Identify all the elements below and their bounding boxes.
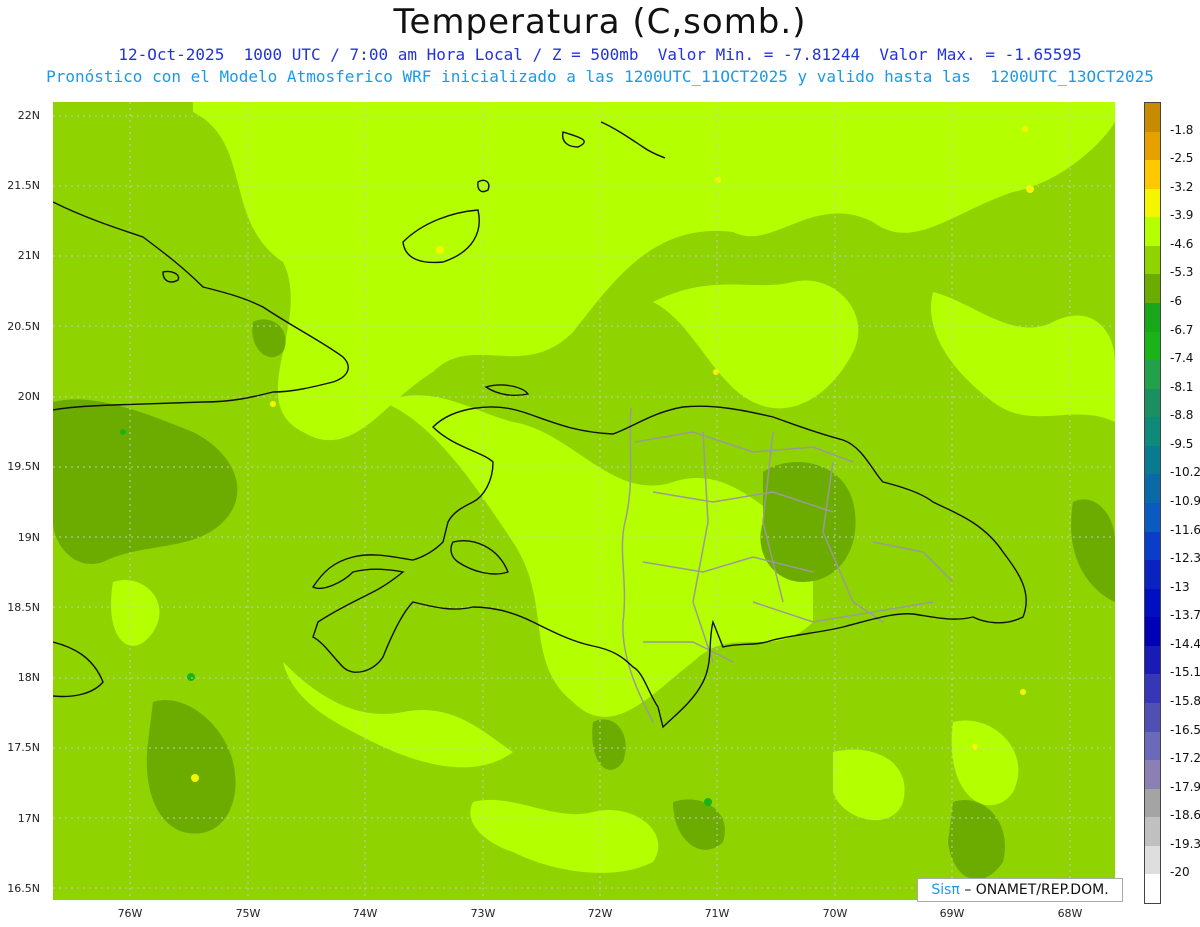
color-scale-cell — [1145, 303, 1160, 333]
brand-logo: Sisπ — [931, 882, 960, 898]
color-scale-label: -12.3 — [1170, 551, 1200, 566]
color-scale-label: -6 — [1170, 294, 1182, 308]
color-scale-label: -7.4 — [1170, 351, 1194, 366]
lon-label: 75W — [235, 907, 261, 920]
lon-label: 73W — [470, 907, 496, 920]
lat-label: 19N — [17, 531, 40, 544]
color-scale-label: -11.6 — [1170, 522, 1200, 537]
lat-label: 20N — [17, 390, 40, 403]
color-scale-cell — [1145, 531, 1160, 561]
color-scale-cell — [1145, 503, 1160, 533]
color-scale-cell — [1145, 731, 1160, 761]
color-scale-label: -5.3 — [1170, 265, 1194, 280]
lon-label: 68W — [1057, 907, 1083, 920]
color-scale-cell — [1145, 217, 1160, 247]
color-scale-cell — [1145, 703, 1160, 733]
lat-label: 21N — [17, 249, 40, 262]
color-scale-cell — [1145, 103, 1160, 133]
lat-label: 18N — [17, 671, 40, 684]
lon-label: 71W — [704, 907, 730, 920]
color-scale-cell — [1145, 360, 1160, 390]
color-scale-cell — [1145, 274, 1160, 304]
lat-label: 18.5N — [7, 601, 40, 614]
credit-box: Sisπ – ONAMET/REP.DOM. — [917, 878, 1123, 902]
color-scale-label: -10.9 — [1170, 494, 1200, 508]
color-scale-cell — [1145, 788, 1160, 818]
color-scale-cell — [1145, 388, 1160, 418]
color-scale-label: -10.2 — [1170, 465, 1200, 480]
color-scale-label: -13 — [1170, 579, 1190, 594]
color-scale-label: -19.3 — [1170, 836, 1200, 851]
color-scale-label: -6.7 — [1170, 322, 1194, 337]
lat-label: 20.5N — [7, 320, 40, 333]
color-scale-cell — [1145, 245, 1160, 275]
lon-label: 69W — [939, 907, 965, 920]
color-scale-label: -16.5 — [1170, 722, 1200, 737]
lat-label: 17N — [17, 812, 40, 825]
lat-label: 17.5N — [7, 741, 40, 754]
lat-label: 19.5N — [7, 460, 40, 473]
color-scale-cell — [1145, 674, 1160, 704]
lat-label: 16.5N — [7, 882, 40, 895]
color-scale-label: -8.1 — [1170, 379, 1194, 394]
color-scale-cell — [1145, 645, 1160, 675]
color-scale-cell — [1145, 560, 1160, 590]
color-scale-label: -17.9 — [1170, 779, 1200, 794]
color-scale-cell — [1145, 588, 1160, 618]
color-scale-cell — [1145, 474, 1160, 504]
map-canvas — [53, 102, 1115, 900]
color-scale-label: -17.2 — [1170, 751, 1200, 766]
color-scale-label: -15.8 — [1170, 694, 1200, 708]
model-info-line: Pronóstico con el Modelo Atmosferico WRF… — [46, 67, 1154, 86]
color-scale-cell — [1145, 331, 1160, 361]
color-scale-label: -4.6 — [1170, 236, 1194, 251]
color-scale-label: -15.1 — [1170, 665, 1200, 680]
forecast-info-line: 12-Oct-2025 1000 UTC / 7:00 am Hora Loca… — [118, 45, 1082, 64]
map-title: Temperatura (C,somb.) — [393, 2, 807, 42]
color-scale-label: -1.8 — [1170, 122, 1194, 137]
lon-label: 70W — [822, 907, 848, 920]
lat-label: 22N — [17, 109, 40, 122]
lon-label: 72W — [587, 907, 613, 920]
lat-label: 21.5N — [7, 179, 40, 192]
color-scale-label: -18.6 — [1170, 808, 1200, 823]
color-scale-cell — [1145, 445, 1160, 475]
lon-label: 76W — [117, 907, 143, 920]
color-scale-label: -13.7 — [1170, 608, 1200, 623]
color-scale-label: -3.9 — [1170, 208, 1194, 223]
color-scale-cell — [1145, 188, 1160, 218]
color-scale-cell — [1145, 417, 1160, 447]
color-scale-cell — [1145, 617, 1160, 647]
lon-label: 74W — [352, 907, 378, 920]
color-scale-label: -8.8 — [1170, 408, 1194, 423]
temperature-map[interactable] — [53, 102, 1115, 900]
color-scale-label: -9.5 — [1170, 436, 1194, 451]
color-scale-bar — [1144, 102, 1161, 904]
color-scale-cell — [1145, 160, 1160, 190]
color-scale-cell — [1145, 874, 1160, 904]
color-scale-cell — [1145, 845, 1160, 875]
color-scale-label: -3.2 — [1170, 179, 1194, 194]
color-scale-cell — [1145, 131, 1160, 161]
color-scale-label: -20 — [1170, 865, 1190, 880]
color-scale-label: -14.4 — [1170, 636, 1200, 651]
color-scale-label: -2.5 — [1170, 151, 1194, 166]
color-scale-cell — [1145, 817, 1160, 847]
credit-text: – ONAMET/REP.DOM. — [964, 882, 1109, 898]
color-scale-cell — [1145, 760, 1160, 790]
